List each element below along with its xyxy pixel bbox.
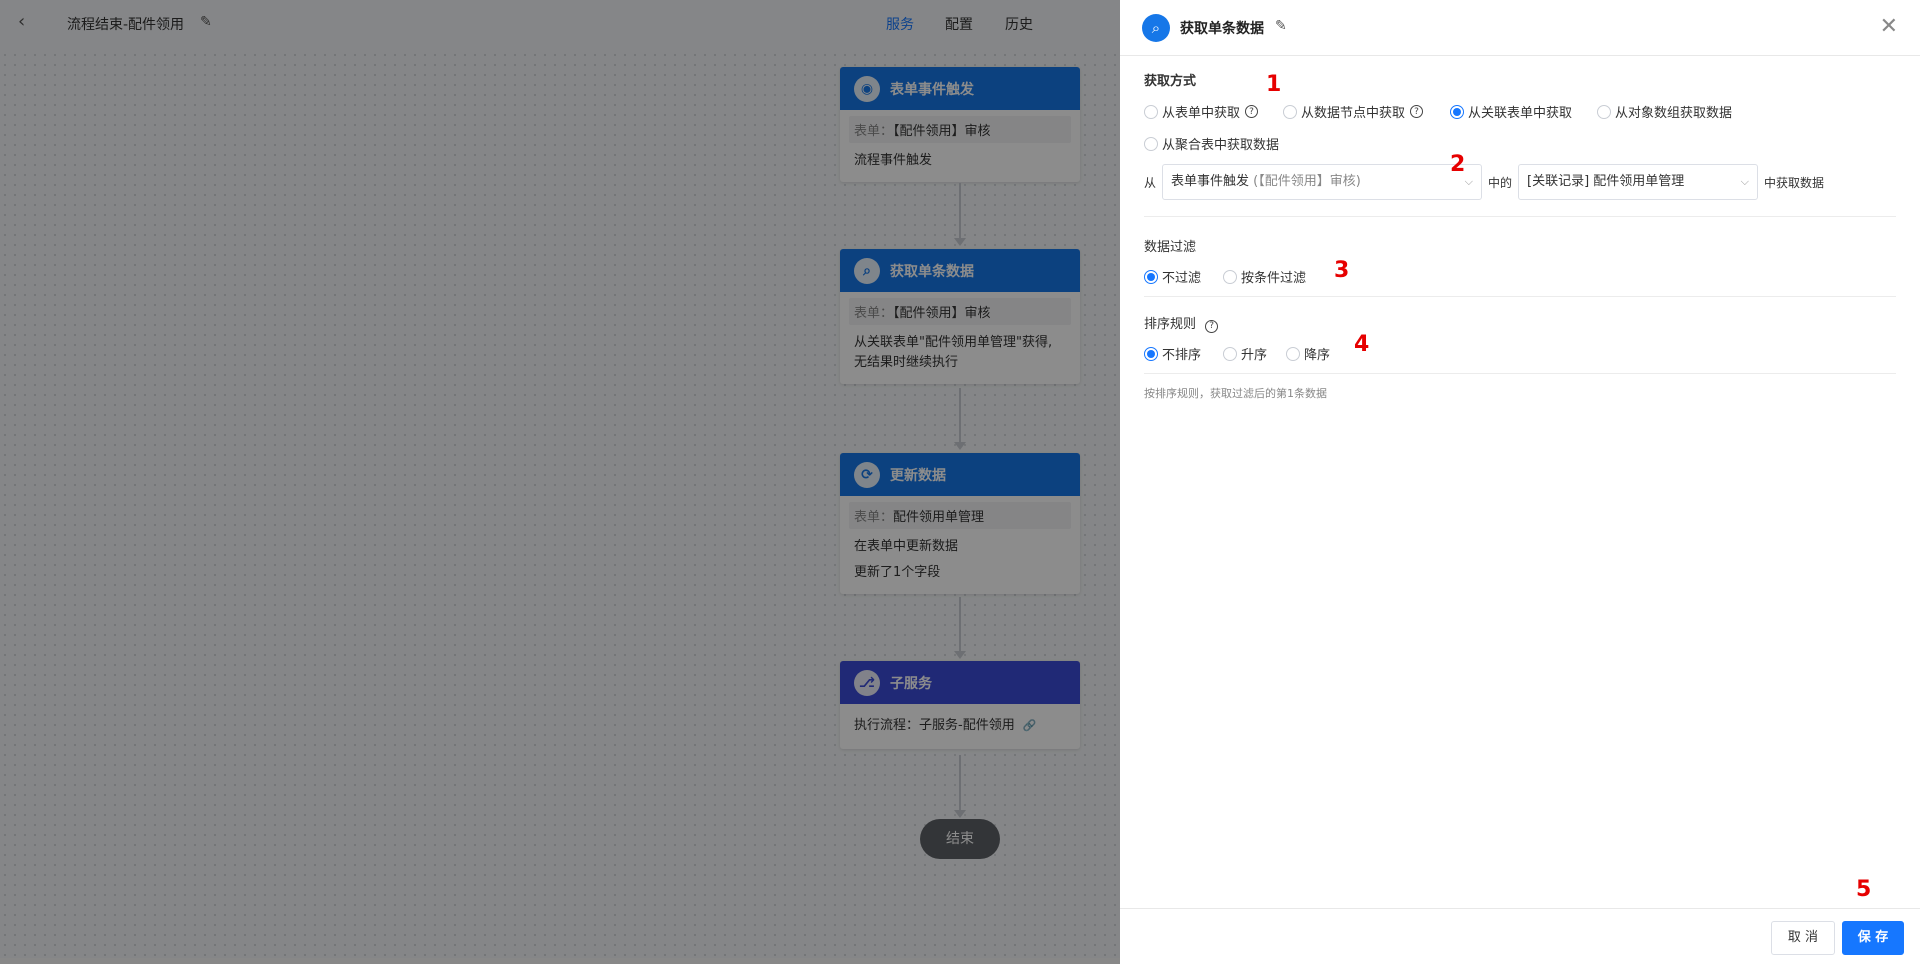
- drawer-title: 获取单条数据: [1180, 21, 1264, 37]
- divider: [1144, 296, 1896, 297]
- radio-from-object-array[interactable]: 从对象数组获取数据: [1597, 102, 1732, 121]
- radio-from-related-form[interactable]: 从关联表单中获取: [1450, 102, 1572, 121]
- help-icon[interactable]: ?: [1245, 105, 1259, 118]
- radio-dot[interactable]: [1597, 104, 1611, 119]
- annotation-marker-1: 1: [1266, 72, 1282, 97]
- radio-dot[interactable]: [1283, 104, 1297, 119]
- radio-label: 从聚合表中获取数据: [1162, 138, 1280, 153]
- drawer-header: ⌕ 获取单条数据 ✎ ✕: [1120, 0, 1920, 56]
- radio-from-aggregate-table[interactable]: 从聚合表中获取数据: [1144, 134, 1279, 153]
- select-value: [关联记录] 配件领用单管理: [1527, 174, 1685, 189]
- suffix-text: 中获取数据: [1764, 176, 1825, 190]
- radio-label: 不过滤: [1162, 271, 1202, 286]
- radio-dot[interactable]: [1450, 104, 1464, 119]
- config-drawer: ⌕ 获取单条数据 ✎ ✕ 获取方式 1 从表单中获取 ? 从数据节点中获取 ? …: [1120, 0, 1920, 964]
- radio-ascending[interactable]: 升序: [1223, 344, 1267, 363]
- radio-label: 从关联表单中获取: [1468, 106, 1573, 121]
- radio-label: 不排序: [1162, 348, 1202, 363]
- horizontal-scrollbar[interactable]: [0, 958, 1120, 964]
- sort-label: 排序规则 ?: [1144, 313, 1219, 333]
- radio-condition-filter[interactable]: 按条件过滤: [1223, 267, 1306, 286]
- radio-from-form[interactable]: 从表单中获取 ?: [1144, 102, 1259, 121]
- modal-overlay[interactable]: [0, 0, 1120, 964]
- filter-label: 数据过滤: [1144, 240, 1197, 255]
- radio-dot[interactable]: [1144, 269, 1158, 284]
- radio-label: 从表单中获取: [1162, 106, 1241, 121]
- radio-dot[interactable]: [1286, 346, 1300, 361]
- radio-label: 从对象数组获取数据: [1615, 106, 1733, 121]
- fetch-method-label: 获取方式: [1144, 74, 1197, 89]
- search-icon: ⌕: [1142, 14, 1170, 42]
- radio-label: 按条件过滤: [1241, 271, 1307, 286]
- chevron-down-icon: ⌵: [1464, 175, 1473, 188]
- annotation-marker-4: 4: [1354, 332, 1370, 357]
- chevron-down-icon: ⌵: [1740, 175, 1749, 188]
- radio-from-data-node[interactable]: 从数据节点中获取 ?: [1283, 102, 1424, 121]
- radio-no-filter[interactable]: 不过滤: [1144, 267, 1201, 286]
- source-node-select[interactable]: 表单事件触发 (【配件领用】审核) ⌵: [1162, 164, 1482, 200]
- help-icon[interactable]: ?: [1410, 105, 1424, 118]
- relation-field-select[interactable]: [关联记录] 配件领用单管理 ⌵: [1518, 164, 1758, 200]
- radio-descending[interactable]: 降序: [1286, 344, 1330, 363]
- close-icon[interactable]: ✕: [1880, 16, 1898, 38]
- select-value-muted: (【配件领用】审核): [1253, 174, 1361, 189]
- radio-label: 从数据节点中获取: [1301, 106, 1406, 121]
- radio-dot[interactable]: [1223, 269, 1237, 284]
- radio-dot[interactable]: [1144, 346, 1158, 361]
- divider: [1144, 216, 1896, 217]
- edit-icon[interactable]: ✎: [1275, 18, 1287, 34]
- radio-label: 降序: [1304, 348, 1331, 363]
- divider: [1144, 373, 1896, 374]
- radio-no-sort[interactable]: 不排序: [1144, 344, 1201, 363]
- from-text: 从: [1144, 176, 1157, 190]
- drawer-footer: 取 消 保 存: [1120, 908, 1920, 964]
- cancel-button[interactable]: 取 消: [1771, 921, 1835, 955]
- select-value: 表单事件触发: [1171, 174, 1250, 189]
- radio-label: 升序: [1241, 348, 1268, 363]
- radio-dot[interactable]: [1144, 104, 1158, 119]
- annotation-marker-3: 3: [1334, 258, 1350, 283]
- radio-dot[interactable]: [1223, 346, 1237, 361]
- help-icon[interactable]: ?: [1205, 319, 1219, 333]
- save-button[interactable]: 保 存: [1842, 921, 1904, 955]
- radio-dot[interactable]: [1144, 136, 1158, 151]
- annotation-marker-2: 2: [1450, 152, 1466, 177]
- sort-label-text: 排序规则: [1144, 317, 1197, 332]
- middle-text: 中的: [1488, 176, 1513, 190]
- annotation-marker-5: 5: [1856, 877, 1872, 902]
- sort-hint: 按排序规则，获取过滤后的第1条数据: [1144, 387, 1327, 400]
